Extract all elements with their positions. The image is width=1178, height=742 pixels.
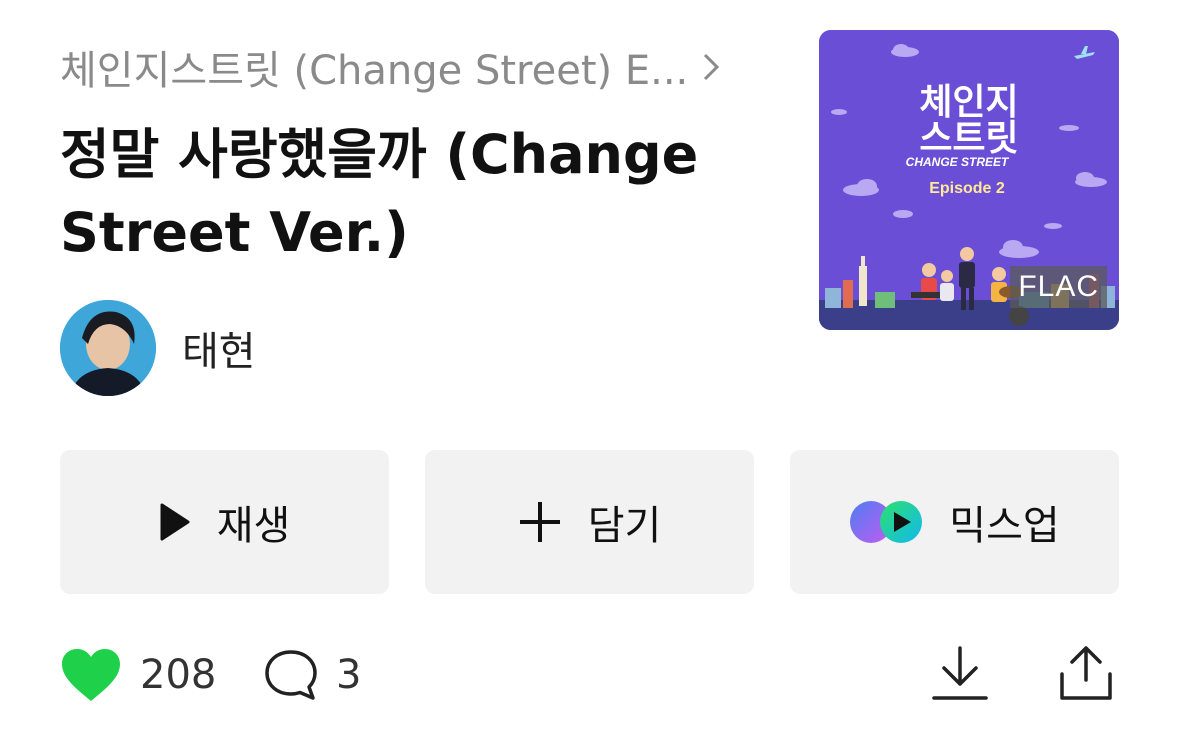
play-button-label: 재생 (216, 503, 291, 549)
album-logo-line2: 스트릿 (919, 118, 1018, 159)
play-button[interactable]: 재생 (60, 450, 389, 594)
album-breadcrumb-label: 체인지스트릿 (Change Street) E... (60, 48, 689, 94)
like-button[interactable]: 208 (60, 640, 216, 710)
album-breadcrumb[interactable]: 체인지스트릿 (Change Street) E... (60, 38, 720, 96)
album-art[interactable]: 체인지 스트릿 CHANGE STREET Episode 2 FLAC (819, 30, 1119, 330)
play-icon (160, 503, 190, 541)
download-icon (932, 646, 988, 700)
plus-icon (519, 502, 560, 542)
share-icon (1060, 646, 1112, 700)
share-button[interactable] (1056, 644, 1116, 704)
album-logo-sub: CHANGE STREET (906, 155, 1010, 169)
chevron-right-icon (704, 53, 720, 81)
album-logo-line1: 체인지 (919, 82, 1018, 123)
add-to-playlist-button[interactable]: 담기 (425, 450, 754, 594)
artist-link[interactable]: 태현 (60, 300, 256, 396)
avatar (60, 300, 156, 396)
song-footer: 208 3 (60, 640, 1118, 710)
comment-button[interactable]: 3 (264, 640, 361, 710)
heart-icon (62, 649, 120, 701)
add-button-label: 담기 (587, 503, 662, 549)
comment-count: 3 (336, 652, 362, 698)
mixup-button[interactable]: 믹스업 (790, 450, 1119, 594)
mixup-icon (850, 501, 923, 543)
download-button[interactable] (930, 644, 990, 704)
mixup-button-label: 믹스업 (949, 503, 1060, 549)
like-count: 208 (140, 652, 217, 698)
action-buttons: 재생 담기 믹스업 (60, 450, 1119, 594)
comment-icon (265, 650, 317, 700)
flac-badge: FLAC (1010, 266, 1107, 308)
album-episode: Episode 2 (929, 180, 1005, 197)
song-title: 정말 사랑했을까 (Change Street Ver.) (60, 123, 699, 264)
artist-name: 태현 (182, 329, 256, 375)
